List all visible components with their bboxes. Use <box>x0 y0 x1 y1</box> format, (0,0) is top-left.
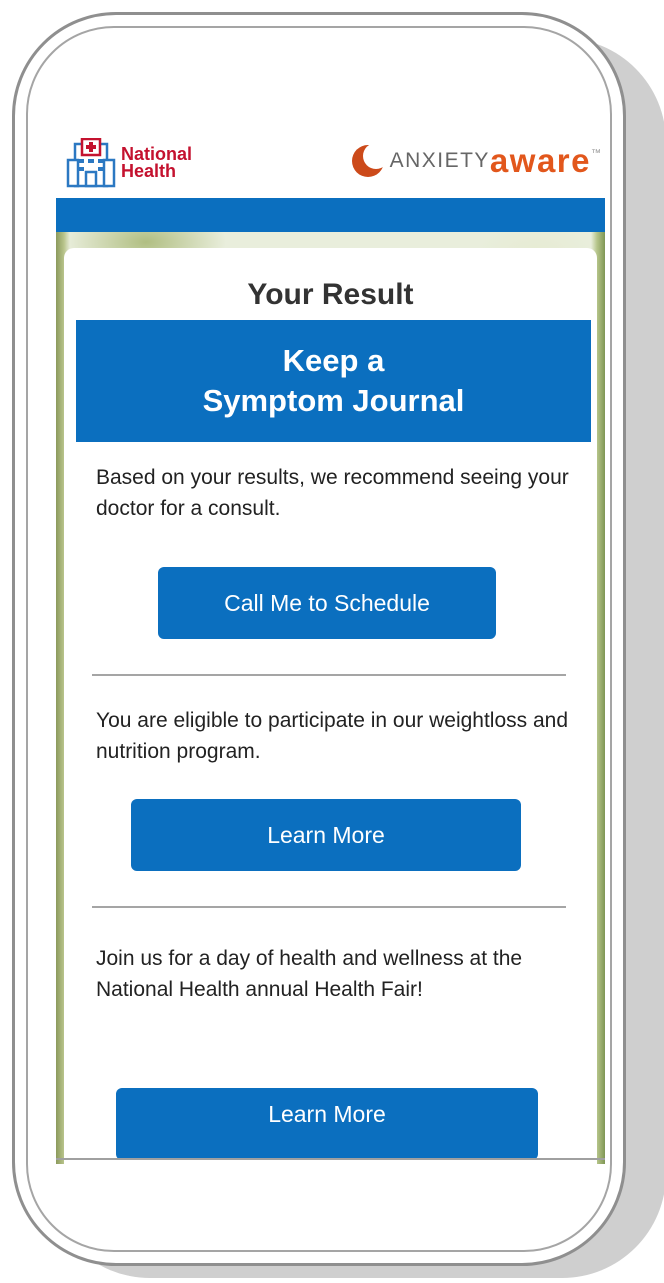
health-fair-text: Join us for a day of health and wellness… <box>96 947 523 1001</box>
trademark-symbol: ™ <box>591 148 601 159</box>
recommendation-line2: Symptom Journal <box>202 383 465 418</box>
national-health-name-line2: Health <box>121 161 177 181</box>
recommendation-banner: Keep a Symptom Journal <box>76 320 591 442</box>
recommendation-line1: Keep a <box>282 343 385 378</box>
anxiety-aware-text-part1: ANXIETY <box>389 149 490 172</box>
learn-more-weightloss-button[interactable]: Learn More <box>131 799 521 871</box>
phone-screen: National Health ANXIETY aware ™ Your Res… <box>56 128 605 1164</box>
section-divider <box>92 674 566 676</box>
header-blue-bar <box>56 198 605 232</box>
section-divider <box>92 906 566 908</box>
weightloss-program-text: You are eligible to participate in our w… <box>96 709 569 763</box>
screen-bottom-divider <box>56 1158 605 1160</box>
anxiety-aware-text-part2: aware <box>489 142 591 179</box>
learn-more-health-fair-button[interactable]: Learn More <box>116 1088 538 1160</box>
hospital-building-icon <box>66 138 116 188</box>
call-me-to-schedule-button[interactable]: Call Me to Schedule <box>158 567 496 639</box>
result-title: Your Result <box>247 278 414 311</box>
app-header: National Health ANXIETY aware ™ <box>56 128 605 198</box>
anxiety-aware-logo[interactable]: ANXIETY aware ™ <box>350 142 601 180</box>
national-health-logo[interactable]: National Health <box>66 138 192 188</box>
crescent-icon <box>351 143 386 177</box>
doctor-consult-text: Based on your results, we recommend seei… <box>96 466 569 520</box>
